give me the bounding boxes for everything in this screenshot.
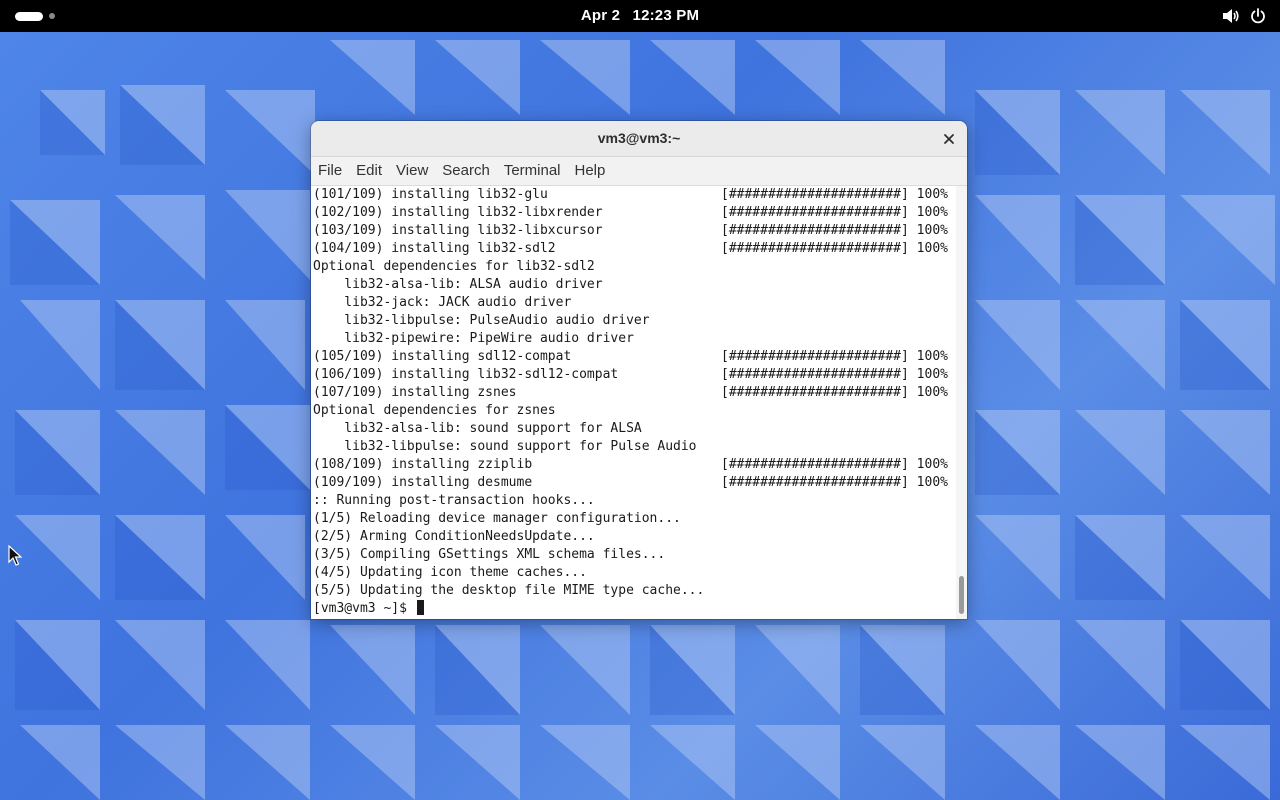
terminal-line: :: Running post-transaction hooks... xyxy=(313,493,595,508)
power-icon[interactable] xyxy=(1250,8,1266,24)
terminal-line: (106/109) installing lib32-sdl12-compat[… xyxy=(313,367,948,382)
close-button[interactable] xyxy=(939,129,959,149)
menu-file[interactable]: File xyxy=(311,157,349,185)
terminal-line: lib32-libpulse: sound support for Pulse … xyxy=(313,439,697,454)
terminal-output[interactable]: (101/109) installing lib32-glu [#########… xyxy=(311,186,956,619)
terminal-line: (107/109) installing zsnes [#############… xyxy=(313,385,948,400)
terminal-line: lib32-jack: JACK audio driver xyxy=(313,295,572,310)
terminal-window[interactable]: vm3@vm3:~ File Edit View Search Terminal… xyxy=(311,121,967,619)
workspace-indicator xyxy=(49,13,55,19)
terminal-line: (2/5) Arming ConditionNeedsUpdate... xyxy=(313,529,595,544)
clock-date: Apr 2 xyxy=(580,7,621,24)
terminal-prompt-line[interactable]: [vm3@vm3 ~]$ xyxy=(313,600,704,618)
terminal-line: (5/5) Updating the desktop file MIME typ… xyxy=(313,583,705,598)
terminal-line: (104/109) installing lib32-sdl2 [########… xyxy=(313,241,948,256)
terminal-line: lib32-libpulse: PulseAudio audio driver xyxy=(313,313,650,328)
menu-terminal[interactable]: Terminal xyxy=(497,157,568,185)
menu-edit[interactable]: Edit xyxy=(349,157,389,185)
menu-bar: File Edit View Search Terminal Help xyxy=(311,157,967,186)
window-title: vm3@vm3:~ xyxy=(597,130,681,146)
text-cursor xyxy=(416,600,424,615)
terminal-line: Optional dependencies for zsnes xyxy=(313,403,556,418)
desktop: Apr 2 12:23 PM vm3@vm3:~ File Edit View … xyxy=(0,0,1280,800)
terminal-line: (4/5) Updating icon theme caches... xyxy=(313,565,587,580)
terminal-line: (101/109) installing lib32-glu [#########… xyxy=(313,187,948,202)
menu-search[interactable]: Search xyxy=(435,157,497,185)
terminal-line: (3/5) Compiling GSettings XML schema fil… xyxy=(313,547,666,562)
terminal-line: (1/5) Reloading device manager configura… xyxy=(313,511,681,526)
mouse-pointer-icon xyxy=(8,544,23,571)
clock[interactable]: Apr 2 12:23 PM xyxy=(540,0,740,32)
terminal-line: (108/109) installing zziplib [###########… xyxy=(313,457,948,472)
activities-button[interactable] xyxy=(15,11,55,21)
terminal-line: lib32-alsa-lib: ALSA audio driver xyxy=(313,277,603,292)
terminal-line: (102/109) installing lib32-libxrender [##… xyxy=(313,205,948,220)
scrollbar-thumb[interactable] xyxy=(959,576,964,614)
terminal-line: (105/109) installing sdl12-compat [######… xyxy=(313,349,948,364)
menu-view[interactable]: View xyxy=(389,157,435,185)
activities-icon xyxy=(15,11,43,21)
terminal-lines: (101/109) installing lib32-glu [#########… xyxy=(313,186,948,618)
top-bar: Apr 2 12:23 PM xyxy=(0,0,1280,32)
terminal-scrollbar[interactable] xyxy=(956,186,967,619)
menu-help[interactable]: Help xyxy=(568,157,613,185)
terminal-line: (103/109) installing lib32-libxcursor [##… xyxy=(313,223,948,238)
window-titlebar[interactable]: vm3@vm3:~ xyxy=(311,121,967,157)
terminal-line: lib32-pipewire: PipeWire audio driver xyxy=(313,331,634,346)
clock-time: 12:23 PM xyxy=(632,7,700,24)
system-tray[interactable] xyxy=(1222,0,1266,32)
volume-icon[interactable] xyxy=(1222,8,1240,24)
close-icon xyxy=(944,134,954,144)
terminal-line: (109/109) installing desmume [###########… xyxy=(313,475,948,490)
terminal-line: Optional dependencies for lib32-sdl2 xyxy=(313,259,595,274)
terminal-line: lib32-alsa-lib: sound support for ALSA xyxy=(313,421,642,436)
terminal-prompt: [vm3@vm3 ~]$ xyxy=(313,601,415,616)
